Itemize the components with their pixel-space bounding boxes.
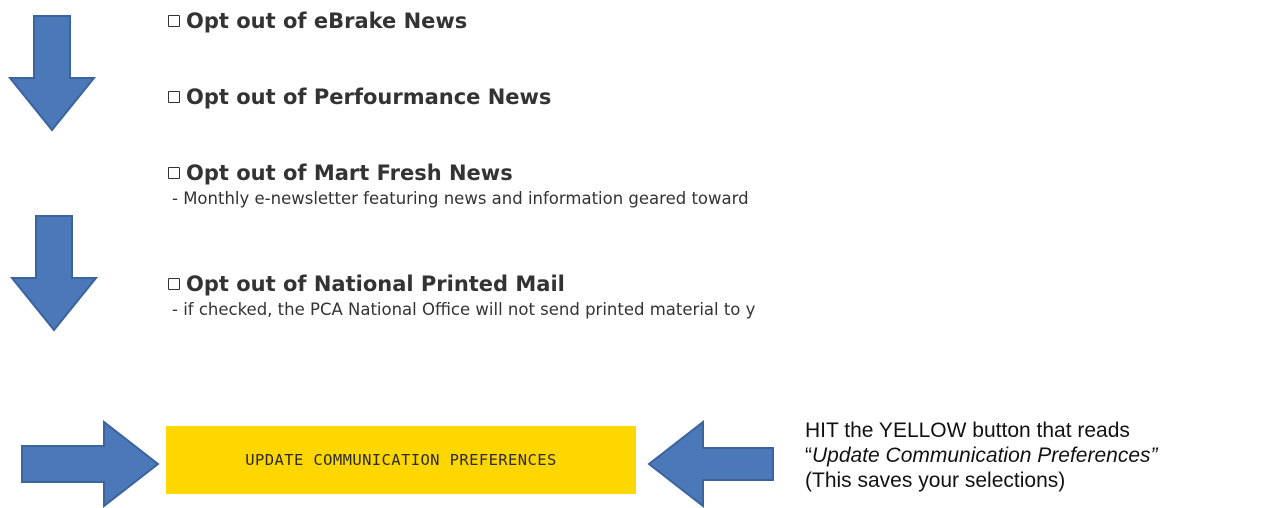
instruction-line-1: HIT the YELLOW button that reads: [805, 419, 1130, 442]
down-arrow-icon: [6, 14, 98, 134]
instruction-button-name: Update Communication Preferences”: [812, 444, 1158, 467]
option-row: Opt out of National Printed Mail: [166, 269, 904, 299]
option-row: Opt out of eBrake News: [166, 6, 467, 36]
option-ebrake-news: Opt out of eBrake News: [166, 6, 467, 36]
right-arrow-icon: [20, 420, 162, 508]
option-label: Opt out of National Printed Mail: [186, 272, 565, 296]
option-label: Opt out of Perfourmance News: [186, 85, 552, 109]
option-perfourmance-news: Opt out of Perfourmance News: [166, 82, 551, 112]
instruction-line-3: (This saves your selections): [805, 469, 1066, 492]
ebrake-news-checkbox[interactable]: [168, 15, 180, 27]
perfourmance-news-checkbox[interactable]: [168, 91, 180, 103]
option-label: Opt out of Mart Fresh News: [186, 161, 513, 185]
instruction-line-2: “Update Communication Preferences”: [805, 443, 1158, 468]
option-row: Opt out of Perfourmance News: [166, 82, 551, 112]
update-communication-preferences-button[interactable]: UPDATE COMMUNICATION PREFERENCES: [166, 426, 636, 494]
open-quote: “: [805, 444, 812, 467]
option-mart-fresh-news: Opt out of Mart Fresh News - Monthly e-n…: [166, 158, 904, 208]
update-button-label: UPDATE COMMUNICATION PREFERENCES: [245, 451, 557, 469]
instruction-note: HIT the YELLOW button that reads “Update…: [805, 418, 1158, 493]
national-printed-mail-checkbox[interactable]: [168, 278, 180, 290]
option-label: Opt out of eBrake News: [186, 9, 468, 33]
down-arrow-icon: [8, 214, 100, 334]
option-description: - Monthly e-newsletter featuring news an…: [172, 189, 749, 208]
option-row: Opt out of Mart Fresh News: [166, 158, 904, 188]
option-national-printed-mail: Opt out of National Printed Mail - if ch…: [166, 269, 904, 319]
mart-fresh-news-checkbox[interactable]: [168, 167, 180, 179]
left-arrow-icon: [647, 420, 777, 508]
option-description: - if checked, the PCA National Office wi…: [172, 300, 756, 319]
